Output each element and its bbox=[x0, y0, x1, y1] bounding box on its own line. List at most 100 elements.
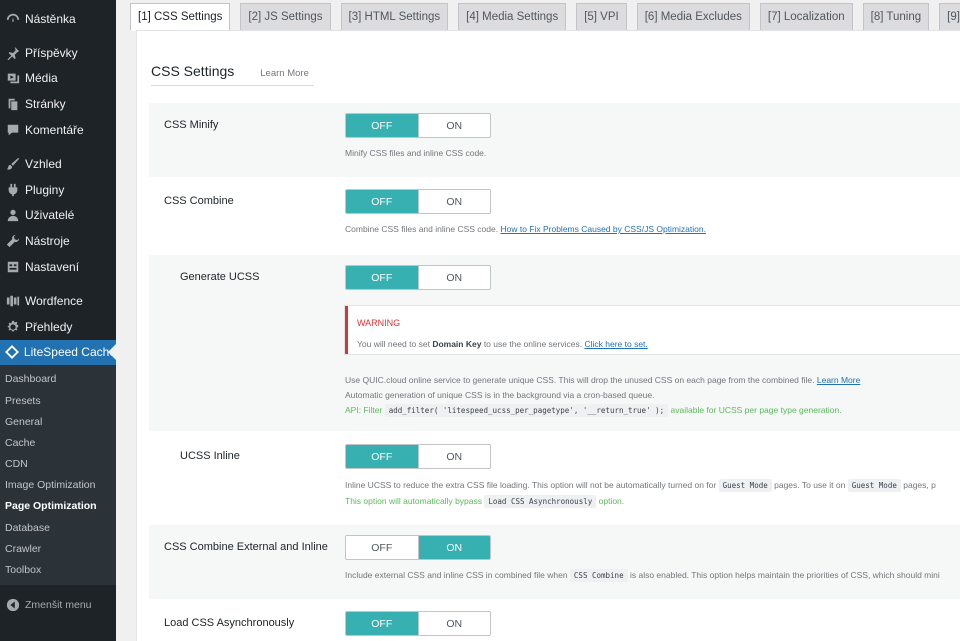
learn-more-link[interactable]: Learn More bbox=[260, 68, 309, 79]
description-text: Include external CSS and inline CSS in c… bbox=[345, 570, 568, 580]
warning-message: You will need to set Domain Key to use t… bbox=[357, 339, 648, 349]
submenu-item-dashboard[interactable]: Dashboard bbox=[0, 369, 116, 390]
setting-row-css-combine: CSS Combine OFF ON Combine CSS files and… bbox=[149, 179, 960, 253]
setting-label: CSS Combine External and Inline bbox=[164, 541, 328, 553]
submenu-item-crawler[interactable]: Crawler bbox=[0, 539, 116, 560]
setting-description: Minify CSS files and inline CSS code. bbox=[345, 148, 487, 158]
tab-media-excludes[interactable]: [6] Media Excludes bbox=[636, 3, 750, 30]
sidebar-item-dashboard[interactable]: Nástěnka bbox=[0, 6, 116, 32]
wrench-icon bbox=[4, 232, 22, 250]
tab-html-settings[interactable]: [3] HTML Settings bbox=[340, 3, 449, 30]
toggle-off-option[interactable]: OFF bbox=[346, 612, 418, 635]
tab-css-settings[interactable]: [1] CSS Settings bbox=[130, 3, 231, 31]
description-text: Combine CSS files and inline CSS code. bbox=[345, 224, 499, 234]
api-filter-text: API: Filter bbox=[345, 405, 383, 415]
setting-row-ucss-inline: UCSS Inline OFF ON Inline UCSS to reduce… bbox=[149, 434, 960, 524]
description-text-end: is also enabled. This option helps maint… bbox=[629, 570, 940, 580]
brush-icon bbox=[4, 155, 22, 173]
litespeed-submenu: Dashboard Presets General Cache CDN Imag… bbox=[0, 365, 116, 586]
section-title: CSS Settings bbox=[151, 63, 235, 79]
sidebar-item-plugins[interactable]: Pluginy bbox=[0, 177, 116, 203]
sidebar-item-pages[interactable]: Stránky bbox=[0, 91, 116, 117]
setting-description: Inline UCSS to reduce the extra CSS file… bbox=[345, 478, 936, 493]
litespeed-icon bbox=[4, 343, 21, 361]
admin-sidebar: Nástěnka Příspěvky Média Stránky Komentá… bbox=[0, 0, 116, 641]
tab-localization[interactable]: [7] Localization bbox=[759, 3, 853, 30]
description-text: Use QUIC.cloud online service to generat… bbox=[345, 375, 815, 385]
tab-tuning-css[interactable]: [9] Tuning - CSS bbox=[939, 3, 960, 30]
sidebar-item-label: Příspěvky bbox=[25, 45, 78, 60]
wordfence-icon bbox=[4, 292, 22, 310]
sidebar-item-label: Vzhled bbox=[25, 156, 62, 171]
sidebar-item-posts[interactable]: Příspěvky bbox=[0, 40, 116, 66]
load-css-async-toggle[interactable]: OFF ON bbox=[345, 611, 491, 636]
toggle-on-option[interactable]: ON bbox=[417, 114, 490, 137]
settings-panel: CSS Settings Learn More CSS Minify OFF O… bbox=[136, 30, 960, 641]
warning-text-end: to use the online services. bbox=[483, 339, 583, 349]
bypass-note: This option will automatically bypass Lo… bbox=[345, 494, 624, 509]
main-content: [1] CSS Settings [2] JS Settings [3] HTM… bbox=[116, 0, 960, 641]
submenu-item-cdn[interactable]: CDN bbox=[0, 454, 116, 475]
submenu-item-general[interactable]: General bbox=[0, 412, 116, 433]
setting-row-generate-ucss: Generate UCSS OFF ON WARNING You will ne… bbox=[149, 255, 960, 431]
submenu-item-cache[interactable]: Cache bbox=[0, 433, 116, 454]
toggle-on-option[interactable]: ON bbox=[417, 190, 490, 213]
sidebar-item-appearance[interactable]: Vzhled bbox=[0, 151, 116, 177]
load-css-async-code: Load CSS Asynchronously bbox=[484, 495, 597, 508]
sidebar-item-media[interactable]: Média bbox=[0, 66, 116, 92]
toggle-off-option[interactable]: OFF bbox=[346, 114, 418, 137]
media-icon bbox=[4, 69, 22, 87]
toggle-off-option[interactable]: OFF bbox=[346, 445, 418, 468]
toggle-off-option[interactable]: OFF bbox=[346, 266, 418, 289]
submenu-item-page-optimization[interactable]: Page Optimization bbox=[0, 496, 116, 517]
sidebar-item-litespeed-cache[interactable]: LiteSpeed Cache bbox=[0, 339, 116, 366]
tab-vpi[interactable]: [5] VPI bbox=[576, 3, 627, 30]
tab-tuning[interactable]: [8] Tuning bbox=[862, 3, 930, 30]
setting-label: CSS Minify bbox=[164, 119, 219, 131]
toggle-on-option[interactable]: ON bbox=[417, 612, 490, 635]
sidebar-item-label: Stránky bbox=[25, 97, 66, 112]
generate-ucss-toggle[interactable]: OFF ON bbox=[345, 265, 491, 290]
toggle-on-option[interactable]: ON bbox=[417, 536, 490, 559]
plugin-icon bbox=[4, 181, 22, 199]
setting-row-load-css-async: Load CSS Asynchronously OFF ON bbox=[149, 601, 960, 641]
toggle-off-option[interactable]: OFF bbox=[346, 190, 418, 213]
click-here-to-set-link[interactable]: Click here to set. bbox=[584, 339, 647, 349]
sidebar-item-wordfence[interactable]: Wordfence bbox=[0, 288, 116, 314]
toggle-on-option[interactable]: ON bbox=[417, 266, 490, 289]
ucss-inline-toggle[interactable]: OFF ON bbox=[345, 444, 491, 469]
settings-tabs: [1] CSS Settings [2] JS Settings [3] HTM… bbox=[130, 3, 960, 31]
css-combine-external-toggle[interactable]: OFF ON bbox=[345, 535, 491, 560]
pages-icon bbox=[4, 95, 22, 113]
setting-description: Use QUIC.cloud online service to generat… bbox=[345, 373, 860, 387]
collapse-menu-button[interactable]: Zmenšit menu bbox=[0, 593, 116, 617]
setting-description: Combine CSS files and inline CSS code. H… bbox=[345, 222, 706, 236]
setting-label: Generate UCSS bbox=[180, 271, 260, 283]
submenu-item-database[interactable]: Database bbox=[0, 518, 116, 539]
submenu-item-image-optimization[interactable]: Image Optimization bbox=[0, 475, 116, 496]
sidebar-item-users[interactable]: Uživatelé bbox=[0, 203, 116, 229]
tab-js-settings[interactable]: [2] JS Settings bbox=[240, 3, 331, 30]
sidebar-item-label: Nastavení bbox=[25, 260, 80, 275]
sidebar-item-settings[interactable]: Nastavení bbox=[0, 254, 116, 280]
tab-media-settings[interactable]: [4] Media Settings bbox=[458, 3, 567, 30]
setting-label: CSS Combine bbox=[164, 195, 234, 207]
warning-domain-key: Domain Key bbox=[432, 339, 482, 349]
sidebar-item-tools[interactable]: Nástroje bbox=[0, 228, 116, 254]
submenu-item-presets[interactable]: Presets bbox=[0, 391, 116, 412]
css-minify-toggle[interactable]: OFF ON bbox=[345, 113, 491, 138]
collapse-arrow-icon bbox=[4, 596, 22, 614]
users-icon bbox=[4, 206, 22, 224]
submenu-item-toolbox[interactable]: Toolbox bbox=[0, 560, 116, 581]
sidebar-item-label: LiteSpeed Cache bbox=[23, 345, 116, 360]
fix-problems-link[interactable]: How to Fix Problems Caused by CSS/JS Opt… bbox=[500, 224, 706, 234]
sidebar-item-insights[interactable]: Přehledy bbox=[0, 314, 116, 340]
setting-row-css-combine-external: CSS Combine External and Inline OFF ON I… bbox=[149, 525, 960, 599]
toggle-on-option[interactable]: ON bbox=[417, 445, 490, 468]
toggle-off-option[interactable]: OFF bbox=[346, 536, 418, 559]
sidebar-item-comments[interactable]: Komentáře bbox=[0, 117, 116, 143]
css-combine-code: CSS Combine bbox=[569, 569, 628, 582]
css-combine-toggle[interactable]: OFF ON bbox=[345, 189, 491, 214]
ucss-learn-more-link[interactable]: Learn More bbox=[817, 375, 860, 385]
sidebar-item-label: Přehledy bbox=[25, 319, 73, 334]
